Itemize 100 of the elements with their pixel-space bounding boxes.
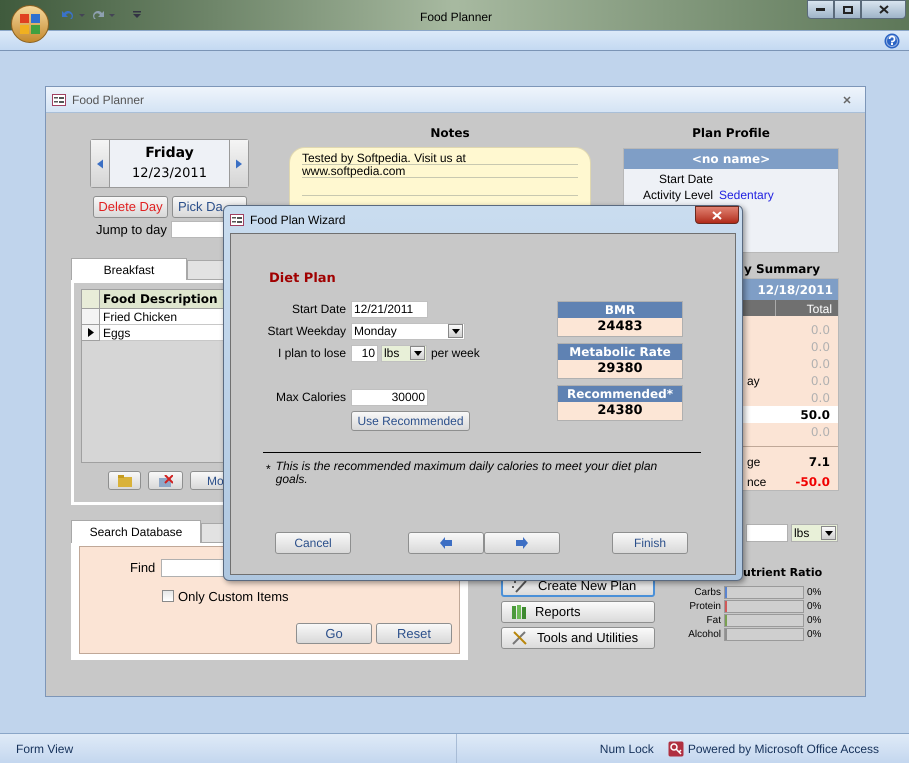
close-icon[interactable] xyxy=(843,96,851,104)
only-custom-label: Only Custom Items xyxy=(178,588,289,606)
summary-value: 50.0 xyxy=(800,406,830,424)
summary-value: 0.0 xyxy=(810,322,830,338)
next-button[interactable] xyxy=(484,532,560,554)
stat-label: Metabolic Rate xyxy=(558,344,682,360)
stat-value: 24380 xyxy=(596,402,644,420)
weekday-label: Friday xyxy=(145,144,194,164)
plan-profile-title: Plan Profile xyxy=(692,125,770,142)
summary-value: 0.0 xyxy=(810,372,830,390)
wizard-close-button[interactable] xyxy=(695,206,739,224)
summary-value: 0.0 xyxy=(810,338,830,356)
reset-button[interactable]: Reset xyxy=(376,623,452,644)
left-arrow-icon xyxy=(440,537,452,549)
office-logo-icon xyxy=(19,13,41,35)
maximize-button[interactable] xyxy=(834,0,861,19)
form-title: Food Planner xyxy=(72,92,146,108)
wizard-title: Food Plan Wizard xyxy=(250,212,346,228)
nutrient-title: utrient Ratio xyxy=(743,565,824,581)
jump-to-day-label: Jump to day xyxy=(96,221,167,239)
key-icon xyxy=(668,740,684,756)
stat-label: BMR xyxy=(558,302,682,318)
summary-total-value: 7.1 xyxy=(808,454,830,470)
cancel-button[interactable]: Cancel xyxy=(275,532,351,554)
find-label: Find xyxy=(130,559,156,577)
summary-total-label: nce xyxy=(747,474,766,490)
nutrient-percent: 0% xyxy=(807,600,822,614)
nutrient-label: Protein xyxy=(688,600,721,614)
minimize-button[interactable] xyxy=(807,0,834,19)
nutrient-label: Alcohol xyxy=(687,628,721,642)
nutrient-percent: 0% xyxy=(807,614,822,628)
stat-value: 24483 xyxy=(596,318,644,336)
window-title: Food Planner xyxy=(420,9,492,26)
summary-title: y Summary xyxy=(744,261,820,278)
add-food-button[interactable] xyxy=(108,471,141,490)
right-triangle-icon xyxy=(236,158,242,168)
record-selector[interactable] xyxy=(82,325,100,341)
nutrient-percent: 0% xyxy=(807,586,822,600)
tools-icon xyxy=(511,630,529,646)
start-weekday-dropdown[interactable]: Monday xyxy=(351,322,465,340)
close-icon xyxy=(878,5,888,14)
plan-to-lose-label: I plan to lose xyxy=(276,345,346,362)
total-header: Total xyxy=(775,300,838,316)
stat-label: Recommended* xyxy=(558,386,682,402)
close-icon xyxy=(712,210,722,220)
use-recommended-button[interactable]: Use Recommended xyxy=(351,410,470,430)
help-icon[interactable] xyxy=(884,32,900,48)
dropdown-arrow-icon xyxy=(824,530,832,536)
date-label: 12/23/2011 xyxy=(132,165,207,184)
max-calories-field[interactable]: 30000 xyxy=(351,388,428,406)
max-calories-label: Max Calories xyxy=(274,389,346,406)
current-row-icon xyxy=(88,328,94,337)
footnote-mark: * xyxy=(266,460,271,478)
profile-field-label: Start Date xyxy=(658,172,713,186)
back-button[interactable] xyxy=(408,532,484,554)
minimize-icon xyxy=(816,8,825,11)
start-date-field[interactable]: 12/21/2011 xyxy=(351,300,428,318)
nutrient-percent: 0% xyxy=(807,628,822,642)
status-view: Form View xyxy=(16,740,74,758)
status-powered: Powered by Microsoft Office Access xyxy=(688,740,879,758)
summary-row-label: ay xyxy=(747,372,760,390)
weight-field[interactable] xyxy=(746,524,788,542)
close-button[interactable] xyxy=(861,0,906,19)
summary-total-label: ge xyxy=(747,454,760,470)
notes-title: Notes xyxy=(430,125,470,142)
search-database-tab[interactable]: Search Database xyxy=(71,520,201,543)
note-line: www.softpedia.com xyxy=(302,165,578,178)
books-icon xyxy=(511,604,527,620)
wizard-heading: Diet Plan xyxy=(269,270,337,288)
summary-total-value: -50.0 xyxy=(795,474,830,490)
status-num-lock: Num Lock xyxy=(600,740,654,758)
customize-toolbar-icon[interactable] xyxy=(132,10,142,20)
meal-tab[interactable]: Breakfast xyxy=(71,258,187,280)
nutrient-label: Fat xyxy=(706,614,721,628)
action-button[interactable]: Reports xyxy=(501,601,655,623)
go-button[interactable]: Go xyxy=(296,623,372,644)
lose-unit-dropdown[interactable]: lbs xyxy=(381,344,427,362)
stat-value: 29380 xyxy=(596,360,644,378)
weight-unit-dropdown[interactable]: lbs xyxy=(791,524,838,542)
summary-date: 12/18/2011 xyxy=(743,279,838,300)
only-custom-checkbox[interactable] xyxy=(162,590,174,602)
summary-value: 0.0 xyxy=(810,390,830,406)
lose-amount-field[interactable]: 10 xyxy=(351,344,378,362)
finish-button[interactable]: Finish xyxy=(612,532,688,554)
footnote-text: This is the recommended maximum daily calories to meet your diet plan goals. xyxy=(276,460,658,486)
profile-field-value[interactable]: Sedentary xyxy=(719,188,774,202)
delete-food-button[interactable] xyxy=(148,471,183,490)
previous-day-button[interactable] xyxy=(91,140,110,187)
dropdown-arrow-icon xyxy=(452,328,460,334)
left-triangle-icon xyxy=(97,158,103,168)
profile-field-label: Activity Level xyxy=(642,188,713,202)
maximize-icon xyxy=(842,6,852,14)
profile-name: <no name> xyxy=(624,149,838,169)
delete-day-button[interactable]: Delete Day xyxy=(93,196,168,218)
summary-value: 0.0 xyxy=(810,424,830,440)
next-day-button[interactable] xyxy=(229,140,248,187)
action-button[interactable]: Tools and Utilities xyxy=(501,627,655,649)
right-arrow-icon xyxy=(516,537,528,549)
form-icon xyxy=(230,214,244,226)
note-line: Tested by Softpedia. Visit us at xyxy=(302,152,578,165)
